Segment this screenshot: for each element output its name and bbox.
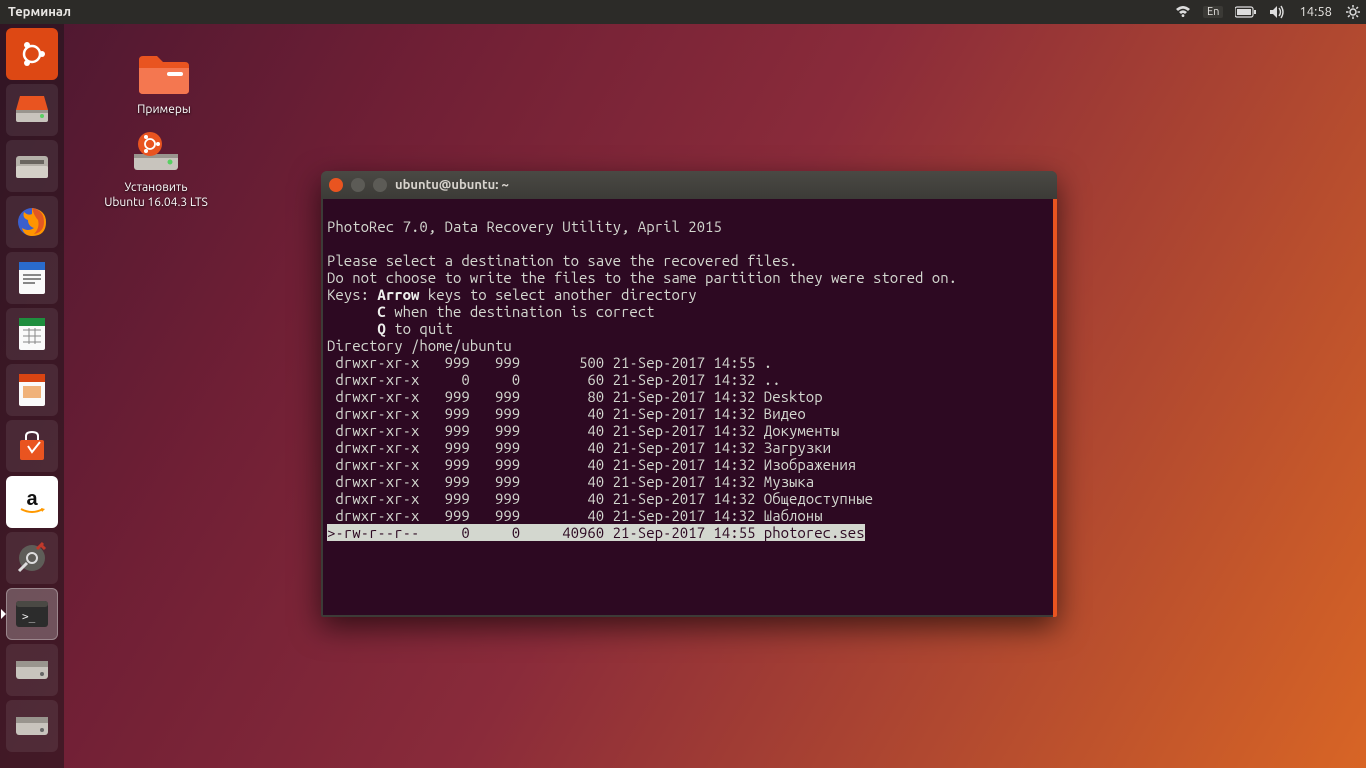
window-maximize-button[interactable]	[373, 178, 387, 192]
active-app-title: Терминал	[0, 5, 71, 19]
window-titlebar[interactable]: ubuntu@ubuntu: ~	[321, 171, 1057, 199]
launcher-software[interactable]	[6, 420, 58, 472]
disk-icon	[14, 94, 50, 126]
file-row[interactable]: drwxr-xr-x 999 999 40 21-Sep-2017 14:32 …	[327, 456, 856, 473]
terminal-line: PhotoRec 7.0, Data Recovery Utility, Apr…	[327, 218, 722, 235]
file-row[interactable]: drwxr-xr-x 999 999 40 21-Sep-2017 14:32 …	[327, 490, 873, 507]
terminal-line: Keys: Arrow keys to select another direc…	[327, 286, 697, 303]
file-row[interactable]: drwxr-xr-x 999 999 40 21-Sep-2017 14:32 …	[327, 507, 823, 524]
launcher-firefox[interactable]	[6, 196, 58, 248]
folder-icon	[137, 52, 191, 96]
launcher-disk1[interactable]	[6, 84, 58, 136]
terminal-body[interactable]: PhotoRec 7.0, Data Recovery Utility, Apr…	[323, 199, 1053, 615]
file-row-selected[interactable]: >-rw-r--r-- 0 0 40960 21-Sep-2017 14:55 …	[327, 524, 865, 541]
file-row[interactable]: drwxr-xr-x 999 999 40 21-Sep-2017 14:32 …	[327, 405, 806, 422]
network-indicator[interactable]	[1169, 5, 1197, 19]
file-row[interactable]: drwxr-xr-x 999 999 40 21-Sep-2017 14:32 …	[327, 439, 831, 456]
install-disk-icon	[130, 130, 182, 174]
presentation-icon	[17, 372, 47, 408]
window-minimize-button[interactable]	[351, 178, 365, 192]
terminal-window[interactable]: ubuntu@ubuntu: ~ PhotoRec 7.0, Data Reco…	[321, 171, 1057, 617]
launcher-files[interactable]	[6, 140, 58, 192]
window-close-button[interactable]	[329, 178, 343, 192]
terminal-line: C when the destination is correct	[327, 303, 655, 320]
launcher-terminal[interactable]: >_	[6, 588, 58, 640]
unity-launcher: a >_	[0, 24, 64, 768]
volume-icon	[1269, 5, 1285, 19]
file-row[interactable]: drwxr-xr-x 0 0 60 21-Sep-2017 14:32 ..	[327, 371, 781, 388]
svg-text:>_: >_	[22, 610, 36, 623]
desktop-icon-examples[interactable]: Примеры	[94, 50, 234, 117]
launcher-settings[interactable]	[6, 532, 58, 584]
launcher-impress[interactable]	[6, 364, 58, 416]
terminal-line: Directory /home/ubuntu	[327, 337, 512, 354]
amazon-icon: a	[15, 485, 49, 519]
drive-icon	[14, 657, 50, 683]
files-icon	[14, 150, 50, 182]
gear-icon	[1346, 5, 1360, 19]
top-panel: Терминал En 14:58	[0, 0, 1366, 24]
launcher-disk2[interactable]	[6, 644, 58, 696]
terminal-icon: >_	[14, 599, 50, 629]
launcher-calc[interactable]	[6, 308, 58, 360]
settings-icon	[15, 541, 49, 575]
launcher-writer[interactable]	[6, 252, 58, 304]
document-icon	[17, 260, 47, 296]
firefox-icon	[14, 204, 50, 240]
terminal-line: Q to quit	[327, 320, 453, 337]
keyboard-indicator[interactable]: En	[1197, 6, 1229, 18]
terminal-line: Please select a destination to save the …	[327, 252, 797, 269]
sound-indicator[interactable]	[1263, 5, 1291, 19]
file-row[interactable]: drwxr-xr-x 999 999 40 21-Sep-2017 14:32 …	[327, 473, 814, 490]
system-indicator[interactable]	[1340, 5, 1366, 19]
window-active-border	[1053, 199, 1057, 617]
terminal-line: Do not choose to write the files to the …	[327, 269, 957, 286]
ubuntu-logo-icon	[15, 37, 49, 71]
shopping-bag-icon	[16, 430, 48, 462]
spreadsheet-icon	[17, 316, 47, 352]
launcher-amazon[interactable]: a	[6, 476, 58, 528]
desktop-icon-label: Установить Ubuntu 16.04.3 LTS	[86, 180, 226, 210]
desktop-icon-install[interactable]: Установить Ubuntu 16.04.3 LTS	[86, 128, 226, 210]
file-row[interactable]: drwxr-xr-x 999 999 500 21-Sep-2017 14:55…	[327, 354, 772, 371]
desktop-icon-label: Примеры	[94, 102, 234, 117]
clock[interactable]: 14:58	[1291, 5, 1340, 19]
battery-indicator[interactable]	[1229, 6, 1263, 18]
window-title: ubuntu@ubuntu: ~	[395, 178, 509, 192]
svg-text:a: a	[26, 488, 38, 510]
drive-icon	[14, 713, 50, 739]
battery-icon	[1235, 6, 1257, 18]
launcher-disk3[interactable]	[6, 700, 58, 752]
launcher-dash[interactable]	[6, 28, 58, 80]
language-badge: En	[1203, 6, 1223, 18]
file-row[interactable]: drwxr-xr-x 999 999 80 21-Sep-2017 14:32 …	[327, 388, 823, 405]
file-row[interactable]: drwxr-xr-x 999 999 40 21-Sep-2017 14:32 …	[327, 422, 839, 439]
running-pip-icon	[1, 609, 6, 619]
wifi-icon	[1175, 5, 1191, 19]
